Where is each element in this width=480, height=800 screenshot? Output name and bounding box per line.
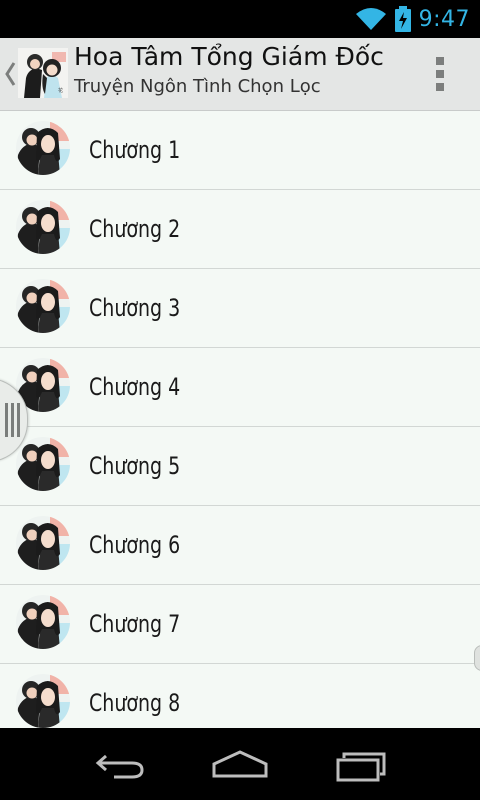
chapter-cover-avatar (16, 279, 70, 333)
clock: 9:47 (418, 6, 470, 32)
chapter-cover-avatar (16, 516, 70, 570)
handle-grip-line (11, 403, 14, 437)
status-bar: 9:47 (0, 0, 480, 38)
chapter-label: Chương 5 (89, 452, 181, 480)
handle-grip-line (17, 403, 20, 437)
chapter-list-item[interactable]: Chương 2 (0, 190, 480, 269)
overflow-dot (436, 83, 444, 91)
chapter-list-item[interactable]: Chương 1 (0, 111, 480, 190)
chapter-label: Chương 1 (89, 136, 181, 164)
page-subtitle: Truyện Ngôn Tình Chọn Lọc (74, 76, 321, 97)
chapter-list-item[interactable]: Chương 8 (0, 664, 480, 728)
chapter-label: Chương 3 (89, 294, 181, 322)
battery-charging-icon (394, 6, 411, 32)
right-drawer-handle[interactable] (474, 645, 480, 671)
action-bar: 花 Hoa Tâm Tổng Giám Đốc Truyện Ngôn Tình… (0, 38, 480, 112)
status-icons: 9:47 (355, 6, 470, 32)
chapter-list[interactable]: Chương 1 Chương 2 Chương 3 Chương 4 Chươ… (0, 111, 480, 728)
chapter-list-item[interactable]: Chương 3 (0, 269, 480, 348)
page-title: Hoa Tâm Tổng Giám Đốc (74, 42, 384, 71)
chapter-label: Chương 7 (89, 610, 181, 638)
chapter-list-item[interactable]: Chương 5 (0, 427, 480, 506)
overflow-menu-icon[interactable] (420, 50, 460, 98)
chapter-cover-avatar (16, 674, 70, 728)
svg-text:花: 花 (58, 87, 63, 94)
up-caret-icon[interactable] (4, 60, 16, 88)
back-icon[interactable] (92, 746, 148, 782)
chapter-list-item[interactable]: Chương 6 (0, 506, 480, 585)
chapter-label: Chương 6 (89, 531, 181, 559)
chapter-list-item[interactable]: Chương 4 (0, 348, 480, 427)
recents-icon[interactable] (334, 746, 390, 782)
screen: 9:47 花 Hoa Tâm Tổng Giám Đốc Truyện Ngôn… (0, 0, 480, 800)
app-cover-icon[interactable]: 花 (18, 48, 68, 98)
home-icon[interactable] (212, 746, 268, 782)
overflow-dot (436, 70, 444, 78)
chapter-label: Chương 4 (89, 373, 181, 401)
chapter-label: Chương 8 (89, 689, 181, 717)
chapter-label: Chương 2 (89, 215, 181, 243)
chapter-cover-avatar (16, 200, 70, 254)
chapter-cover-avatar (16, 121, 70, 175)
chapter-list-item[interactable]: Chương 7 (0, 585, 480, 664)
chapter-cover-avatar (16, 437, 70, 491)
overflow-dot (436, 57, 444, 65)
navigation-bar (0, 728, 480, 800)
wifi-icon (355, 8, 386, 30)
chapter-cover-avatar (16, 595, 70, 649)
handle-grip-line (5, 403, 8, 437)
